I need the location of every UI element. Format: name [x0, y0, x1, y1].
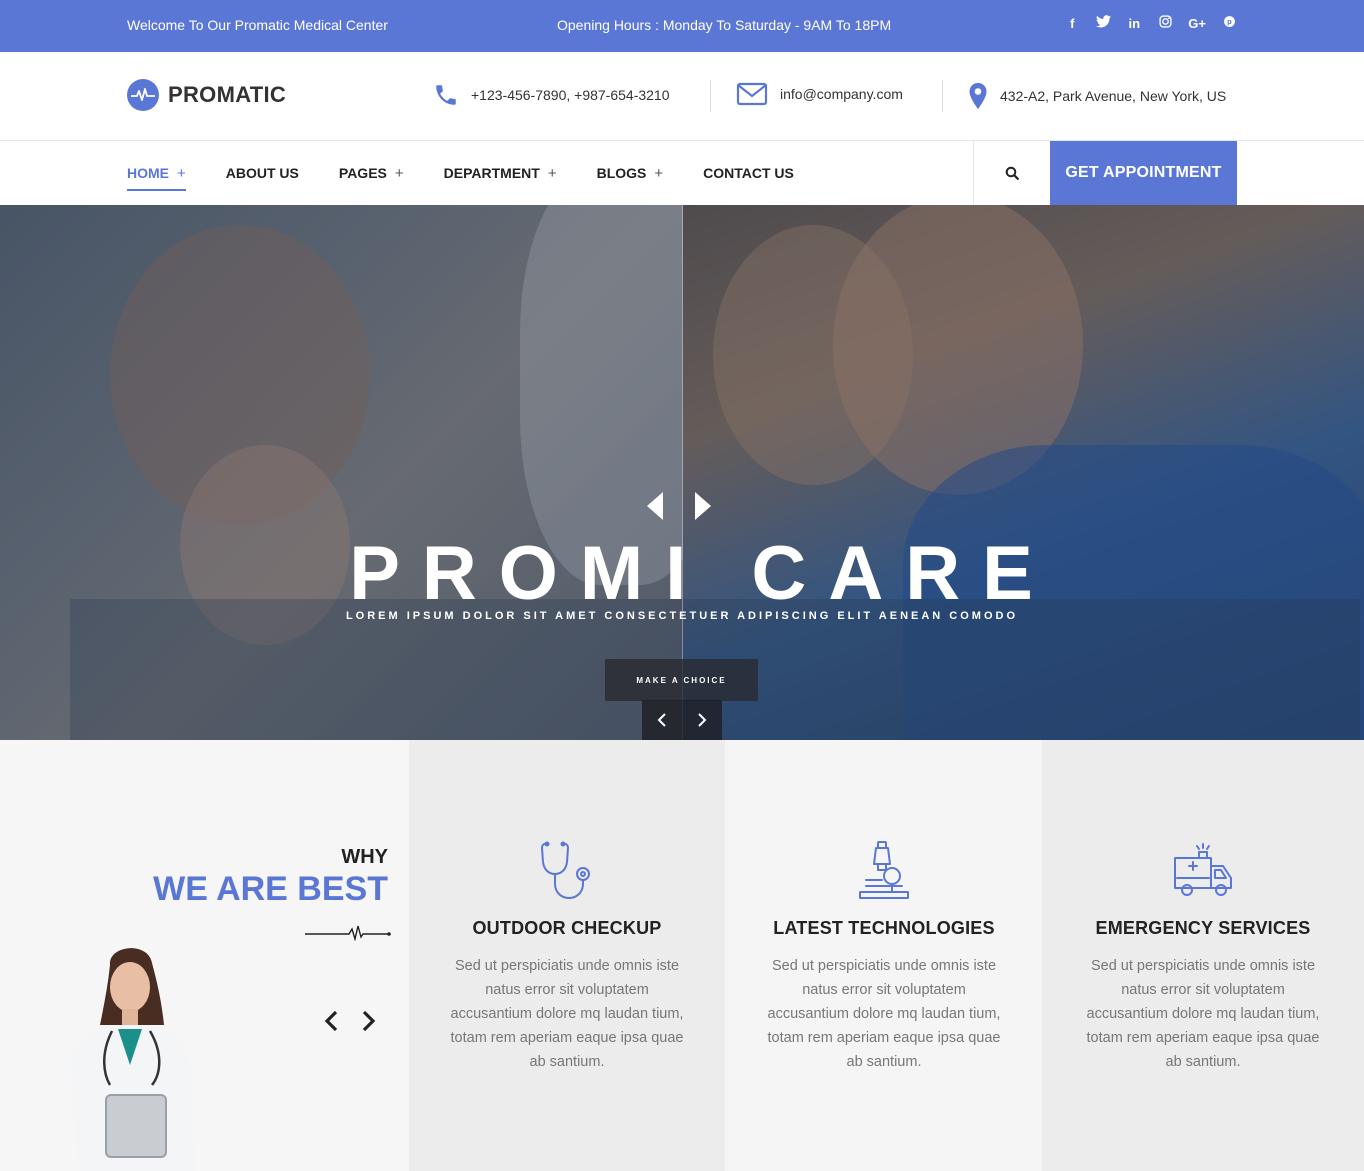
nav-item-about-us[interactable]: ABOUT US — [226, 141, 299, 205]
feature-title: EMERGENCY SERVICES — [1095, 918, 1311, 938]
phone-icon — [436, 85, 456, 105]
chevron-right-icon[interactable] — [361, 1010, 377, 1032]
map-pin-icon — [969, 83, 987, 109]
header: PROMATIC +123-456-7890, +987-654-3210 in… — [0, 52, 1364, 141]
nav-item-department[interactable]: DEPARTMENT + — [444, 141, 557, 205]
contact-address: 432-A2, Park Avenue, New York, US — [968, 82, 1226, 110]
feature-description: Sed ut perspiciatis unde omnis iste natu… — [767, 958, 1001, 1070]
hero-slider: PROMI CARE LOREM IPSUM DOLOR SIT AMET CO… — [0, 205, 1364, 740]
hero-subtitle: LOREM IPSUM DOLOR SIT AMET CONSECTETUER … — [345, 610, 1019, 622]
feature-title: OUTDOOR CHECKUP — [472, 918, 662, 938]
instagram-icon[interactable] — [1157, 15, 1173, 31]
feature-description: Sed ut perspiciatis unde omnis iste natu… — [1086, 958, 1320, 1070]
opening-hours: Opening Hours : Monday To Saturday - 9AM… — [557, 17, 892, 33]
facebook-icon[interactable]: f — [1064, 16, 1080, 31]
social-links: f in G+ p — [1064, 15, 1237, 31]
divider — [942, 80, 943, 112]
nav-item-home[interactable]: HOME + — [127, 141, 186, 205]
caret-right-icon[interactable] — [694, 491, 712, 521]
divider — [710, 80, 711, 112]
ambulance-icon — [1174, 843, 1232, 896]
email-address[interactable]: info@company.com — [780, 86, 903, 102]
feature-card-outdoor-checkup[interactable]: OUTDOOR CHECKUP Sed ut perspiciatis unde… — [409, 740, 725, 1171]
search-button[interactable] — [973, 141, 1050, 205]
microscope-icon — [859, 841, 909, 899]
logo[interactable]: PROMATIC — [127, 79, 286, 111]
pinterest-icon[interactable]: p — [1221, 15, 1237, 31]
nav-label: DEPARTMENT — [443, 165, 540, 181]
why-heading-small: WHY — [341, 846, 388, 868]
main-nav: HOME + ABOUT US PAGES + DEPARTMENT + BLO… — [0, 141, 1364, 205]
chevron-left-icon — [657, 713, 666, 727]
slider-next-button[interactable] — [682, 700, 722, 740]
heartbeat-logo-icon — [127, 79, 159, 111]
plus-icon: + — [177, 164, 186, 182]
linkedin-icon[interactable]: in — [1126, 16, 1142, 31]
feature-title: LATEST TECHNOLOGIES — [773, 918, 995, 938]
logo-text: PROMATIC — [168, 82, 287, 107]
feature-description: Sed ut perspiciatis unde omnis iste natu… — [450, 958, 684, 1070]
chevron-left-icon[interactable] — [323, 1010, 339, 1032]
nav-item-blogs[interactable]: BLOGS + — [597, 141, 664, 205]
features-section: WHY WE ARE BEST OUTDOOR CHECKUP Sed ut p… — [0, 740, 1364, 1171]
nav-label: PAGES — [338, 165, 387, 181]
nav-label: BLOGS — [596, 165, 647, 181]
search-icon — [1005, 166, 1019, 180]
heartbeat-divider-icon — [305, 925, 391, 941]
nav-label: HOME — [127, 165, 169, 181]
address-text: 432-A2, Park Avenue, New York, US — [1000, 88, 1227, 104]
why-carousel-arrows — [323, 1010, 377, 1032]
hero-title: PROMI CARE — [349, 531, 1055, 616]
plus-icon: + — [547, 164, 557, 182]
feature-card-emergency-services[interactable]: EMERGENCY SERVICES Sed ut perspiciatis u… — [1042, 740, 1364, 1171]
contact-email: info@company.com — [736, 82, 903, 106]
feature-card-latest-technologies[interactable]: LATEST TECHNOLOGIES Sed ut perspiciatis … — [726, 740, 1042, 1171]
contact-phone: +123-456-7890, +987-654-3210 — [433, 82, 670, 108]
caret-left-icon[interactable] — [646, 491, 664, 521]
svg-text:p: p — [1227, 17, 1232, 26]
why-we-are-best: WHY WE ARE BEST — [0, 740, 409, 1171]
stethoscope-icon — [541, 841, 590, 899]
plus-icon: + — [394, 164, 404, 182]
chevron-right-icon — [698, 713, 707, 727]
why-heading-big: WE ARE BEST — [153, 870, 388, 908]
nav-item-contact-us[interactable]: CONTACT US — [703, 141, 794, 205]
slider-prev-button[interactable] — [642, 700, 682, 740]
hero-nav-arrows — [646, 491, 712, 521]
doctor-image — [70, 948, 196, 1171]
phone-numbers[interactable]: +123-456-7890, +987-654-3210 — [471, 87, 670, 103]
top-bar: Welcome To Our Promatic Medical Center O… — [0, 0, 1364, 52]
get-appointment-button[interactable]: GET APPOINTMENT — [1050, 141, 1237, 205]
welcome-text: Welcome To Our Promatic Medical Center — [127, 17, 388, 33]
google-plus-icon[interactable]: G+ — [1188, 16, 1206, 31]
plus-icon: + — [654, 164, 664, 182]
nav-label: CONTACT US — [703, 165, 794, 181]
nav-item-pages[interactable]: PAGES + — [339, 141, 404, 205]
nav-label: ABOUT US — [225, 165, 299, 181]
twitter-icon[interactable] — [1095, 15, 1111, 31]
envelope-icon — [736, 82, 768, 106]
make-a-choice-button[interactable]: MAKE A CHOICE — [605, 659, 758, 701]
